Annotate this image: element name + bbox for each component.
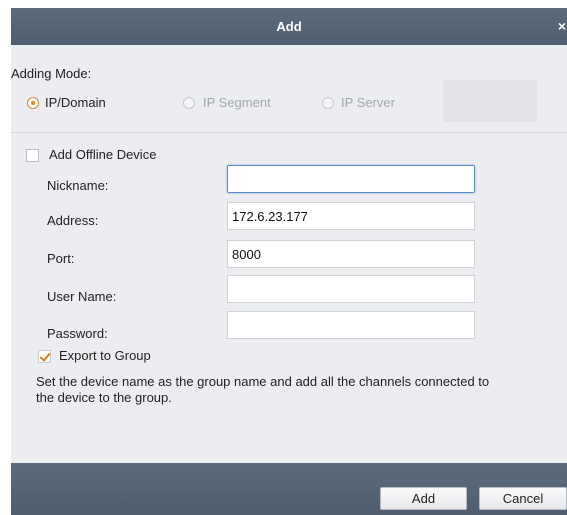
- radio-ip-segment: [183, 97, 195, 109]
- address-label: Address:: [47, 213, 99, 228]
- cancel-button[interactable]: Cancel: [479, 487, 567, 510]
- address-input[interactable]: [227, 202, 475, 230]
- export-to-group-checkbox[interactable]: [38, 350, 51, 363]
- disabled-placeholder-box: [443, 80, 537, 122]
- nickname-label: Nickname:: [47, 178, 109, 193]
- radio-ip-server-label: IP Server: [341, 95, 395, 110]
- radio-ip-domain[interactable]: [27, 97, 39, 109]
- nickname-input[interactable]: [227, 165, 475, 193]
- add-offline-device-checkbox[interactable]: [26, 149, 39, 162]
- port-input[interactable]: [227, 240, 475, 268]
- radio-ip-segment-label: IP Segment: [203, 95, 271, 110]
- dialog-title: Add: [276, 19, 302, 34]
- username-input[interactable]: [227, 275, 475, 303]
- username-label: User Name:: [47, 289, 117, 304]
- close-icon[interactable]: ×: [557, 8, 567, 45]
- add-device-dialog: Add × Adding Mode: IP/Domain IP Segment …: [11, 8, 567, 515]
- dialog-footer: Add Cancel: [11, 463, 567, 515]
- export-description: Set the device name as the group name an…: [36, 374, 490, 405]
- add-button[interactable]: Add: [380, 487, 467, 510]
- password-input[interactable]: [227, 311, 475, 339]
- adding-mode-label: Adding Mode:: [11, 66, 92, 81]
- radio-ip-server: [322, 97, 334, 109]
- section-divider: [11, 132, 567, 133]
- password-label: Password:: [47, 326, 108, 341]
- port-label: Port:: [47, 251, 75, 266]
- export-to-group-label[interactable]: Export to Group: [59, 348, 151, 363]
- dialog-titlebar: Add ×: [11, 8, 567, 45]
- radio-ip-domain-label[interactable]: IP/Domain: [45, 95, 106, 110]
- add-offline-device-label[interactable]: Add Offline Device: [49, 147, 156, 162]
